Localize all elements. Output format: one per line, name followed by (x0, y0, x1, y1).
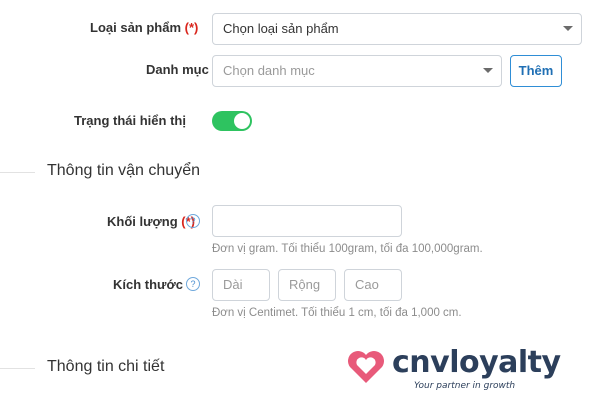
display-status-label: Trạng thái hiển thị (74, 113, 186, 128)
product-type-value: Chọn loại sản phẩm (223, 21, 339, 36)
section-divider (0, 368, 35, 369)
required-mark: (*) (184, 20, 199, 35)
weight-hint: Đơn vị gram. Tối thiểu 100gram, tối đa 1… (212, 243, 483, 255)
product-type-select[interactable]: Chọn loại sản phẩm (212, 13, 582, 45)
length-input[interactable]: Dài (212, 269, 270, 301)
heart-logo-icon (348, 351, 384, 383)
add-category-button[interactable]: Thêm (510, 55, 562, 87)
logo-wordmark: cnvloyalty (392, 345, 561, 380)
chevron-down-icon (483, 68, 493, 73)
display-status-toggle[interactable] (212, 111, 252, 131)
shipping-section-title: Thông tin vận chuyển (47, 162, 200, 179)
toggle-knob (234, 113, 250, 129)
logo-tagline: Your partner in growth (414, 381, 516, 391)
category-label: Danh mục (146, 62, 209, 77)
dimensions-label: Kích thước (113, 277, 183, 292)
height-input[interactable]: Cao (344, 269, 402, 301)
section-divider (0, 172, 35, 173)
product-type-label: Loại sản phẩm (*) (90, 20, 199, 35)
category-placeholder: Chọn danh mục (223, 63, 315, 78)
category-select[interactable]: Chọn danh mục (212, 55, 502, 87)
dimensions-hint: Đơn vị Centimet. Tối thiểu 1 cm, tối đa … (212, 307, 462, 319)
weight-label: Khối lượng (*) (107, 214, 195, 229)
chevron-down-icon (563, 26, 573, 31)
help-icon[interactable]: ? (186, 214, 200, 228)
width-input[interactable]: Rộng (278, 269, 336, 301)
weight-input[interactable] (212, 205, 402, 237)
help-icon[interactable]: ? (186, 277, 200, 291)
detail-section-title: Thông tin chi tiết (47, 358, 165, 375)
